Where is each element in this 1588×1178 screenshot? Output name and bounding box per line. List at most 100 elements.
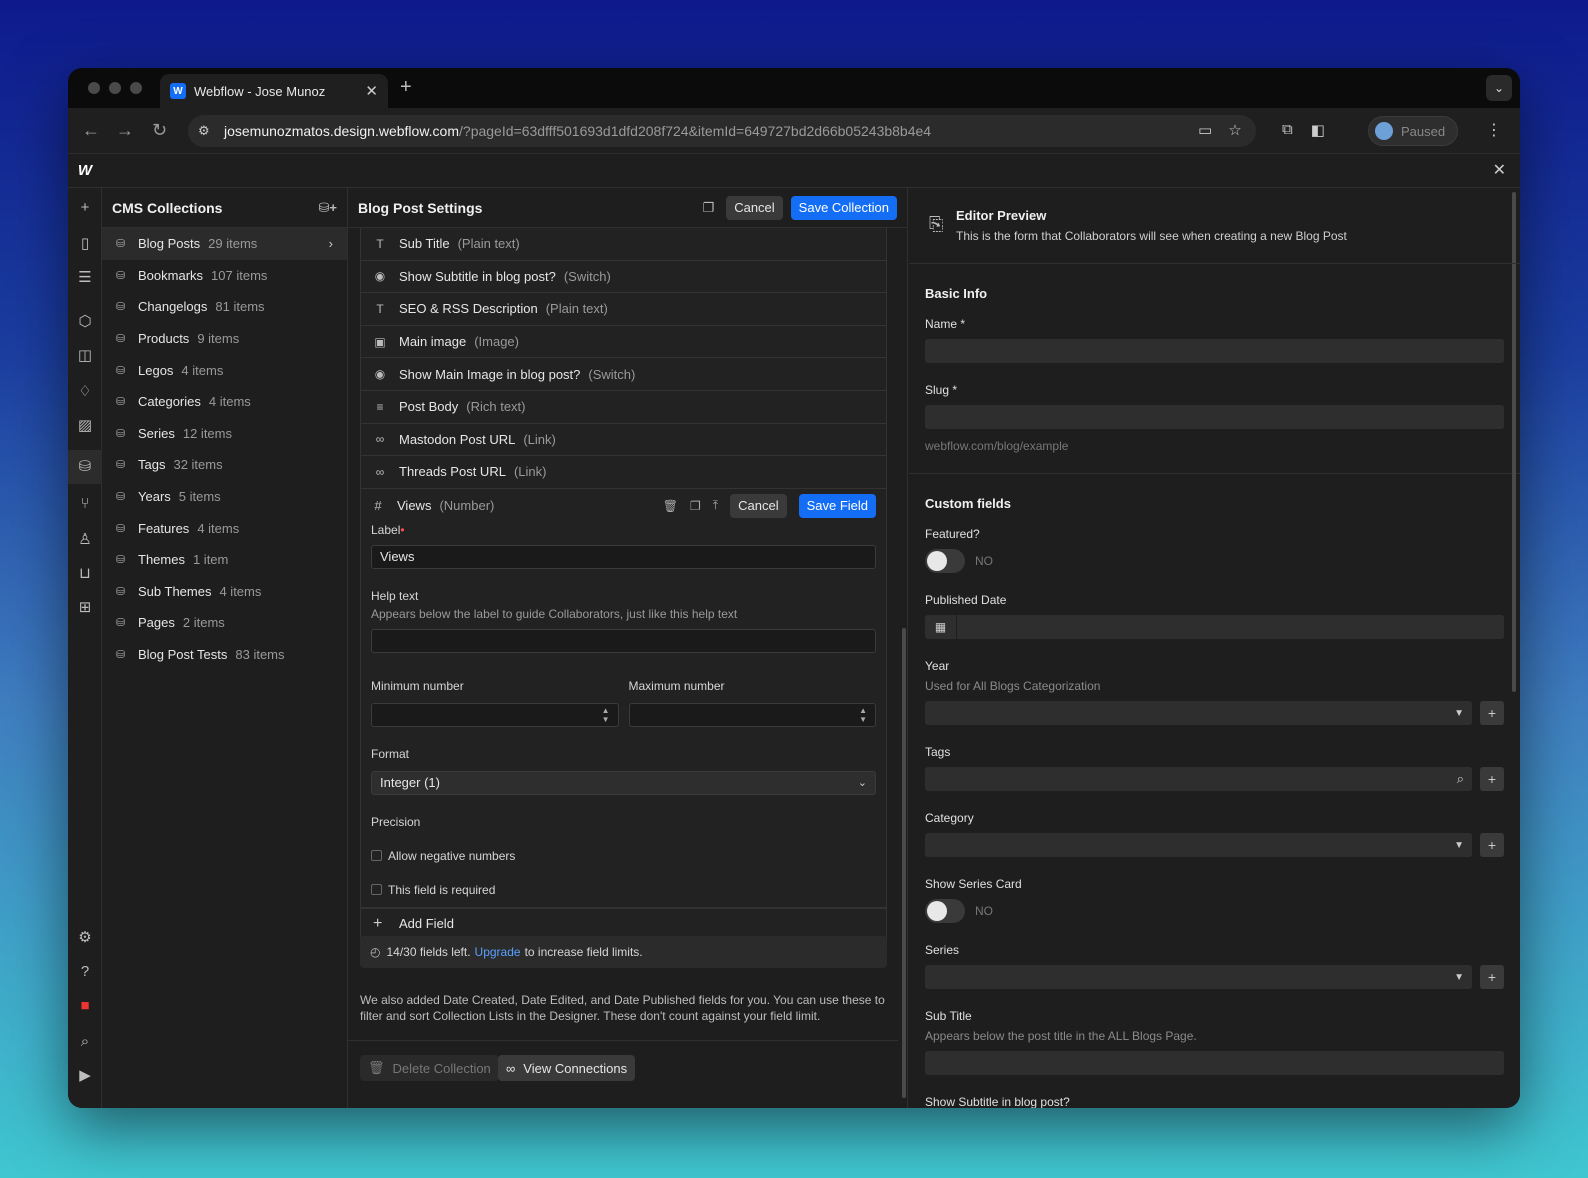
collection-item[interactable]: ⛁ Themes 1 item [102,544,347,576]
save-field-button[interactable]: Save Field [798,493,876,518]
browser-menu-icon[interactable]: ⋮ [1486,120,1502,140]
cms-icon[interactable]: ⛁ [68,450,102,484]
max-stepper-icon[interactable]: ▲ ▼ [859,706,867,724]
field-row[interactable]: T Sub Title (Plain text) [360,228,887,261]
side-panel-icon[interactable]: ◧ [1311,121,1325,139]
browser-tab[interactable]: W Webflow - Jose Munoz ✕ [160,74,388,108]
tags-input[interactable]: ⌕ [925,767,1472,791]
forward-icon[interactable]: → [116,120,134,141]
add-tag-button[interactable]: + [1480,767,1504,791]
collection-item[interactable]: ⛁ Products 9 items [102,323,347,355]
extensions-icon[interactable]: ⧉ [1282,121,1293,139]
collection-item[interactable]: ⛁ Tags 32 items [102,449,347,481]
navigator-icon[interactable]: ☰ [75,268,95,288]
published-date-input[interactable]: ▦ [925,615,1504,639]
format-select[interactable]: Integer (1) ⌄ [371,770,876,795]
field-row[interactable]: ∞ Mastodon Post URL (Link) [360,423,887,457]
users-icon[interactable]: ♙ [75,530,95,550]
assets-icon[interactable]: ▨ [75,416,95,436]
collection-item[interactable]: ⛁ Pages 2 items [102,607,347,639]
upgrade-link[interactable]: Upgrade [475,945,521,959]
zoom-window-button[interactable] [130,82,142,94]
help-text-input[interactable] [371,628,876,653]
logic-icon[interactable]: ⑂ [75,494,95,514]
new-collection-icon[interactable]: ⛁+ [319,200,337,216]
required-checkbox[interactable]: This field is required [371,883,876,897]
profile-button[interactable]: Paused [1368,116,1458,146]
collection-item[interactable]: ⛁ Categories 4 items [102,386,347,418]
convert-field-icon[interactable]: ⤒ [713,498,718,513]
components-icon[interactable]: ⬡ [75,312,95,332]
video-icon[interactable]: ▶ [75,1066,95,1086]
delete-collection-button[interactable]: 🗑 Delete Collection [360,1055,499,1081]
styles-icon[interactable]: ◫ [75,346,95,366]
series-select[interactable]: ▼ [925,965,1472,989]
ecommerce-icon[interactable]: ⊔ [75,564,95,584]
minimize-window-button[interactable] [109,82,121,94]
min-stepper-icon[interactable]: ▲ ▼ [602,706,610,724]
collection-item[interactable]: ⛁ Blog Posts 29 items › [102,228,347,260]
series-card-toggle[interactable] [925,899,965,923]
clipboard-icon[interactable]: ▭ [1198,121,1212,139]
field-row[interactable]: ◉ Show Main Image in blog post? (Switch) [360,358,887,391]
add-category-button[interactable]: + [1480,833,1504,857]
cancel-field-button[interactable]: Cancel [730,493,787,518]
min-number-input[interactable]: ▲ ▼ [371,702,619,727]
checkbox-icon[interactable] [371,884,382,896]
sub-title-input[interactable] [925,1051,1504,1075]
settings-scrollbar[interactable] [902,628,906,1098]
field-row[interactable]: ≡ Post Body (Rich text) [360,390,887,424]
view-connections-button[interactable]: ∞ View Connections [498,1055,636,1081]
slug-input[interactable] [925,405,1504,429]
add-year-button[interactable]: + [1480,701,1504,725]
collection-item[interactable]: ⛁ Sub Themes 4 items [102,576,347,608]
field-row[interactable]: T SEO & RSS Description (Plain text) [360,293,887,326]
add-field-button[interactable]: + Add Field [360,907,887,940]
pages-icon[interactable]: ▯ [75,234,95,254]
add-icon[interactable]: + [75,198,95,218]
add-series-button[interactable]: + [1480,965,1504,989]
back-icon[interactable]: ← [82,120,100,141]
allow-negative-checkbox[interactable]: Allow negative numbers [371,849,876,863]
site-settings-icon[interactable]: ⚙ [198,123,210,139]
duplicate-field-icon[interactable]: ❐ [690,499,701,513]
field-row[interactable]: ◉ Show Subtitle in blog post? (Switch) [360,260,887,294]
calendar-icon[interactable]: ▦ [925,615,957,639]
collection-item[interactable]: ⛁ Bookmarks 107 items [102,260,347,292]
year-select[interactable]: ▼ [925,701,1472,725]
delete-field-icon[interactable]: 🗑 [663,499,678,513]
collection-item[interactable]: ⛁ Series 12 items [102,418,347,450]
name-input[interactable] [925,339,1504,363]
max-number-input[interactable]: ▲ ▼ [628,702,876,727]
reload-icon[interactable]: ↻ [152,120,167,141]
bookmark-star-icon[interactable]: ☆ [1228,121,1241,139]
checkbox-icon[interactable] [371,850,382,862]
new-tab-icon[interactable]: + [400,76,412,99]
url-field[interactable]: ⚙ josemunozmatos.design.webflow.com/?pag… [188,115,1256,147]
field-row[interactable]: ∞ Threads Post URL (Link) [360,456,887,489]
variables-icon[interactable]: ♢ [75,382,95,402]
close-panel-icon[interactable]: ✕ [1493,160,1506,180]
collection-item[interactable]: ⛁ Changelogs 81 items [102,291,347,323]
close-window-button[interactable] [88,82,100,94]
field-row[interactable]: ▣ Main image (Image) [360,325,887,359]
preview-scrollbar[interactable] [1512,192,1516,692]
settings-gear-icon[interactable]: ⚙ [75,928,95,948]
category-select[interactable]: ▼ [925,833,1472,857]
collection-item[interactable]: ⛁ Years 5 items [102,481,347,513]
close-tab-icon[interactable]: ✕ [365,82,378,100]
apps-icon[interactable]: ⊞ [75,598,95,618]
duplicate-icon[interactable]: ❐ [703,200,715,216]
save-collection-button[interactable]: Save Collection [790,195,897,220]
webflow-logo-icon[interactable]: W [74,162,96,180]
record-icon[interactable]: ■ [75,996,95,1016]
featured-toggle[interactable] [925,549,965,573]
collection-item[interactable]: ⛁ Features 4 items [102,512,347,544]
label-input[interactable]: Views [371,544,876,569]
tab-search-icon[interactable]: ⌄ [1486,75,1512,101]
help-icon[interactable]: ? [75,962,95,982]
cancel-button[interactable]: Cancel [726,195,783,220]
collection-item[interactable]: ⛁ Blog Post Tests 83 items [102,639,347,671]
collection-item[interactable]: ⛁ Legos 4 items [102,354,347,386]
search-icon[interactable]: ⌕ [75,1032,95,1052]
